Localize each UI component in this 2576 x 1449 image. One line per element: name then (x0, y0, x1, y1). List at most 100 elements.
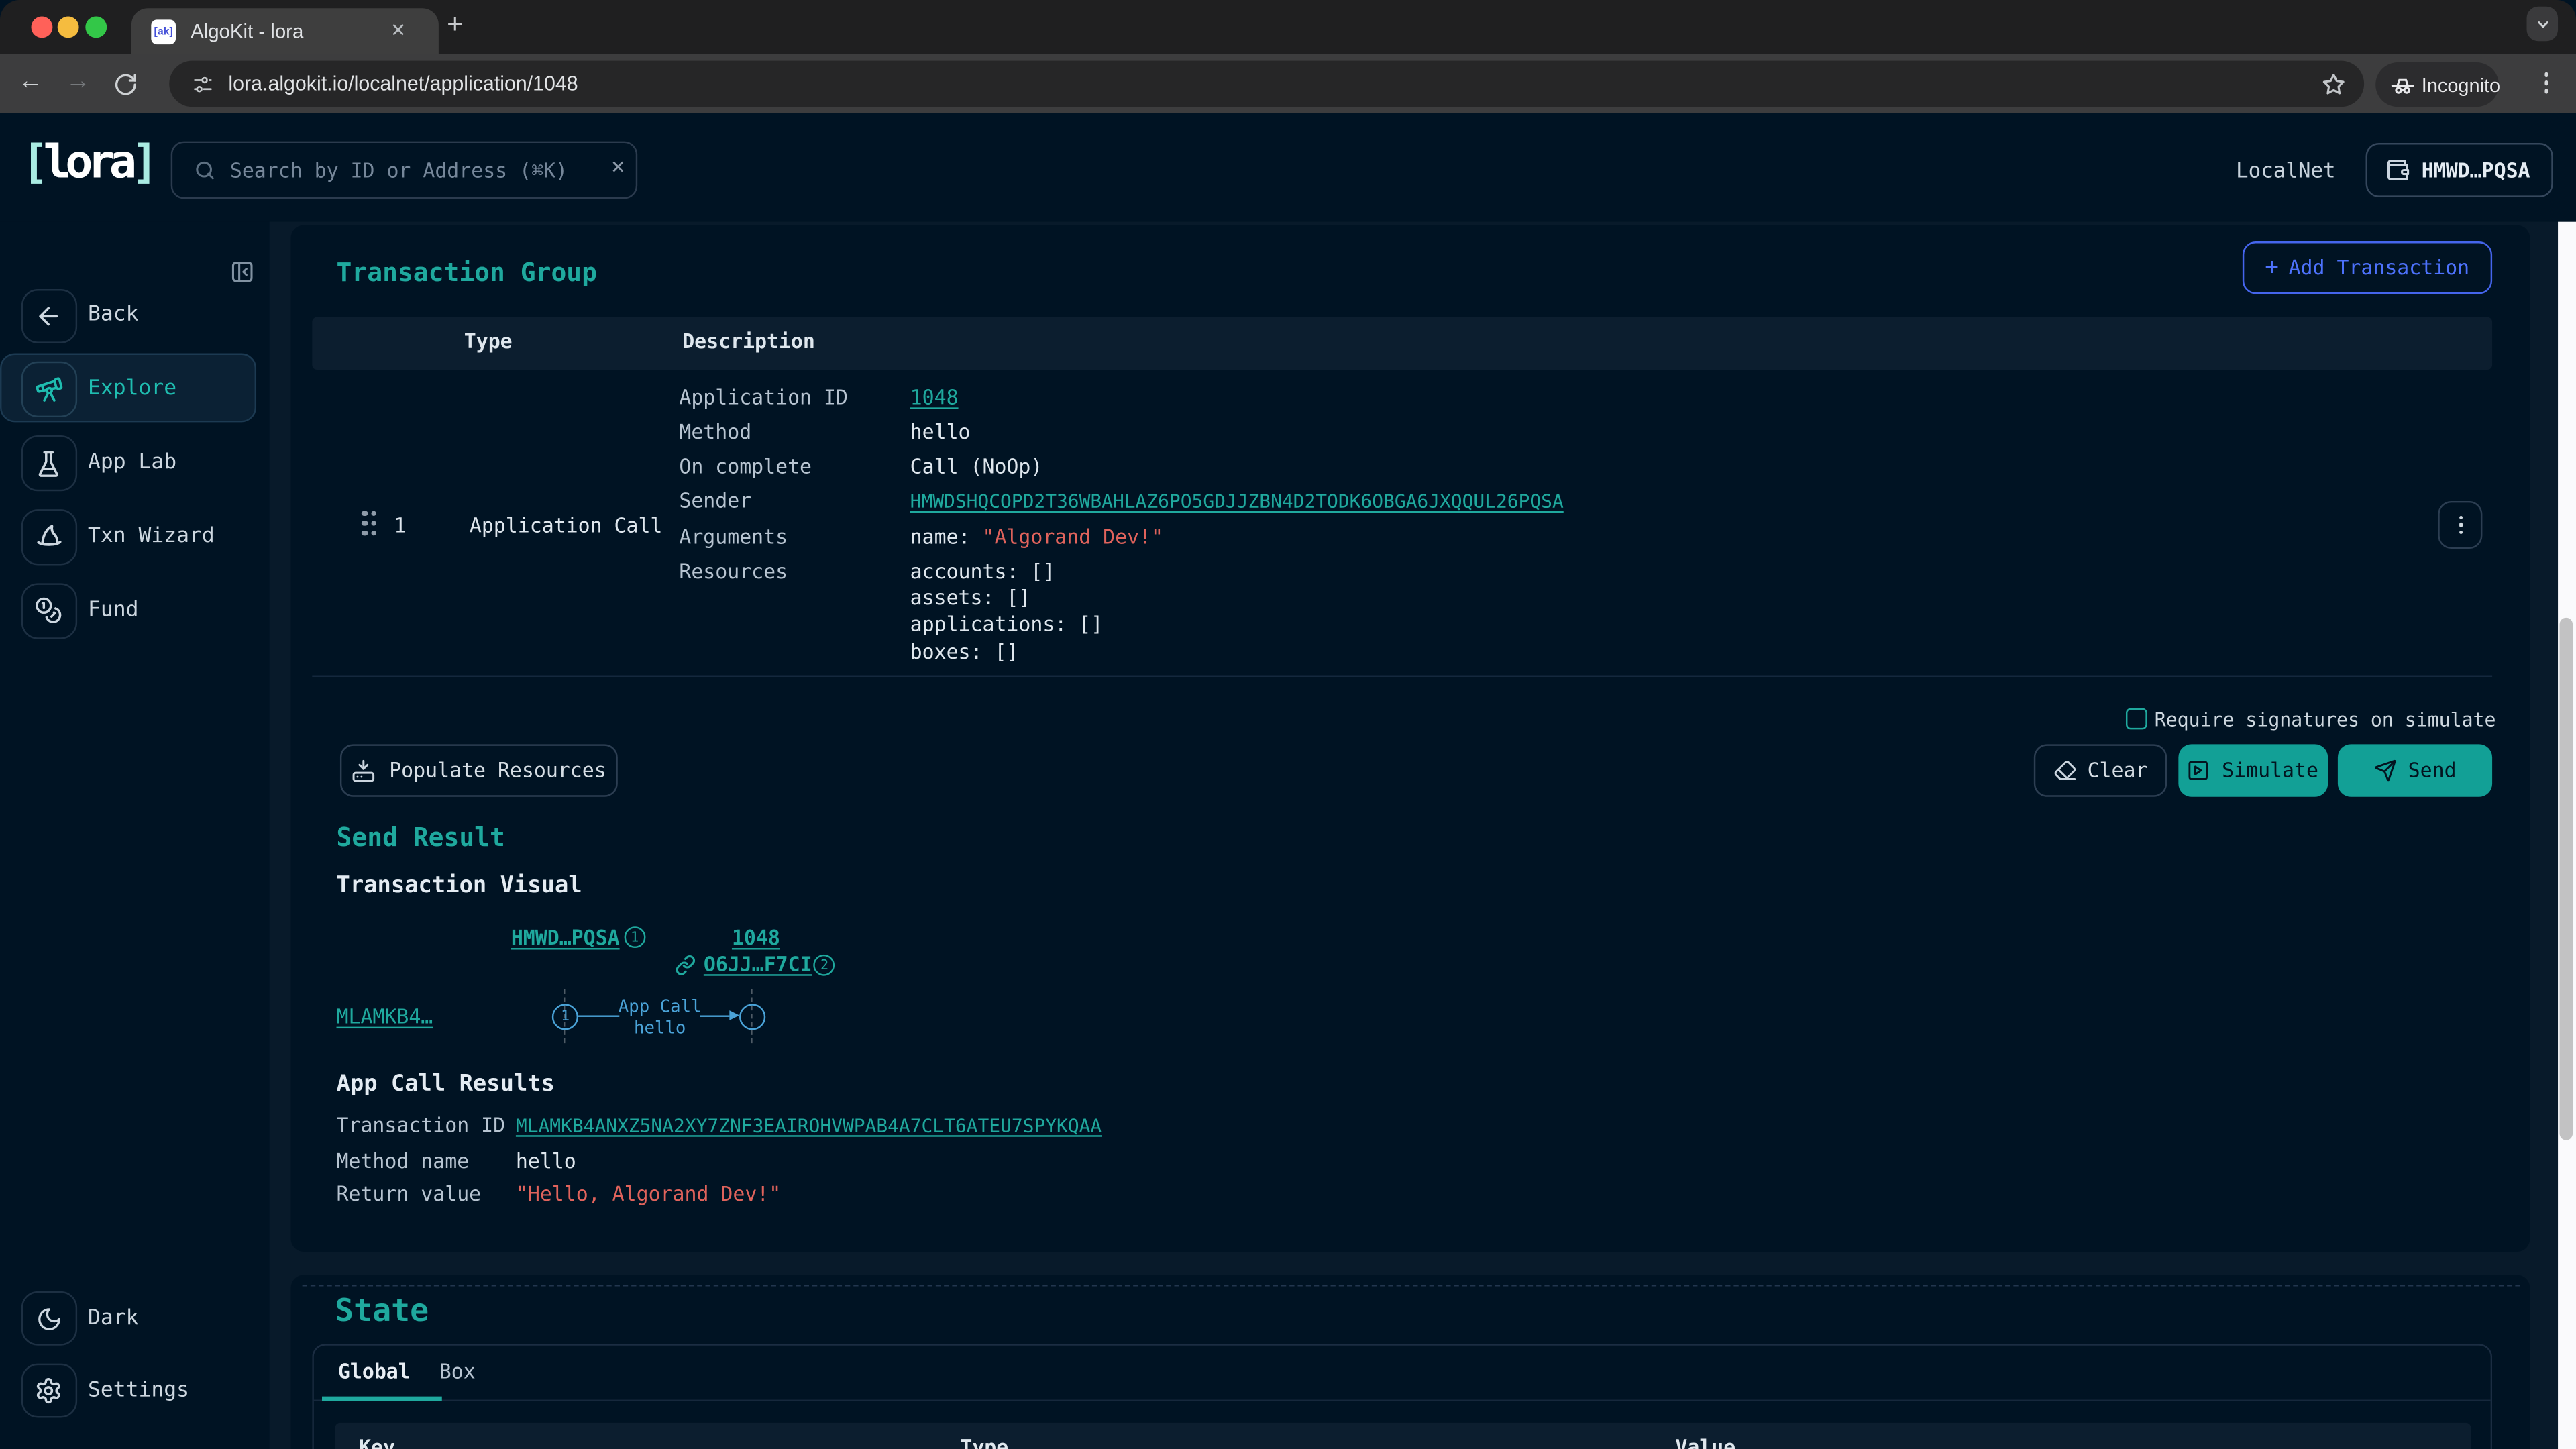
column-type: Type (464, 330, 513, 353)
network-label[interactable]: LocalNet (2236, 158, 2336, 182)
row-menu-button[interactable] (2438, 501, 2483, 549)
state-card: State Global Box Key Type Value (290, 1275, 2530, 1449)
logo-bracket-close: ] (131, 136, 153, 190)
bookmark-star-icon[interactable] (2321, 72, 2346, 97)
tab-search-button[interactable] (2527, 7, 2559, 41)
sidebar-item-label: Settings (88, 1378, 189, 1403)
forward-icon[interactable]: → (66, 67, 91, 95)
clear-button[interactable]: Clear (2034, 744, 2167, 798)
wizard-hat-icon (34, 523, 64, 552)
graph-arrow-head (730, 1011, 740, 1021)
add-transaction-button[interactable]: + Add Transaction (2242, 242, 2492, 294)
argument-name-prefix: name: (910, 526, 983, 549)
sidebar-item-label: App Lab (88, 450, 176, 475)
logo-bracket-open: [ (21, 136, 44, 190)
browser-tab[interactable]: [ak] AlgoKit - lora × (131, 8, 439, 54)
wallet-icon (2385, 158, 2410, 182)
field-label: Application ID (679, 384, 848, 411)
sender-address-link[interactable]: HMWDSHQCOPD2T36WBAHLAZ6PO5GDJJZBN4D2TODK… (910, 488, 1564, 515)
sidebar-item-label: Back (88, 303, 138, 327)
application-id-link[interactable]: 1048 (910, 384, 959, 411)
state-card-dashed-divider (302, 1285, 2520, 1286)
graph-group-link[interactable]: O6JJ…F7CI (704, 951, 812, 977)
traffic-light-close[interactable] (31, 16, 52, 38)
send-result-title: Send Result (337, 819, 505, 857)
flask-icon (35, 449, 63, 478)
tab-box[interactable]: Box (439, 1360, 476, 1383)
result-field-label: Method name (337, 1148, 470, 1174)
plus-icon: + (2265, 256, 2279, 282)
table-header: Type Description (313, 317, 2492, 369)
url-text: lora.algokit.io/localnet/application/104… (228, 72, 578, 95)
search-box[interactable]: × (171, 141, 638, 199)
sidebar-item-dark-mode[interactable]: Dark (0, 1291, 256, 1346)
tab-title: AlgoKit - lora (191, 19, 303, 42)
result-transaction-id-link[interactable]: MLAMKB4ANXZ5NA2XY7ZNF3EAIROHVWPAB4A7CLT6… (516, 1112, 1102, 1138)
sidebar-collapse-icon[interactable] (230, 259, 255, 284)
incognito-badge: Incognito (2375, 62, 2499, 106)
send-label: Send (2408, 759, 2457, 782)
send-icon (2373, 759, 2396, 782)
search-input[interactable] (227, 144, 586, 199)
drag-handle-icon[interactable] (362, 511, 376, 536)
traffic-light-minimize[interactable] (58, 16, 79, 38)
resource-line: assets: [] (910, 584, 1031, 610)
state-column-key: Key (359, 1436, 395, 1449)
coins-icon (35, 597, 63, 625)
app-call-results-title: App Call Results (337, 1071, 555, 1099)
field-label: Arguments (679, 524, 788, 550)
incognito-icon (2390, 72, 2415, 97)
field-label: Sender (679, 488, 751, 514)
group-link-icon (676, 955, 696, 975)
state-tabs-panel: Global Box Key Type Value (313, 1343, 2492, 1449)
sidebar-item-settings[interactable]: Settings (0, 1363, 256, 1418)
wallet-button[interactable]: HMWD…PQSA (2366, 143, 2553, 198)
field-label: Resources (679, 558, 788, 584)
graph-sender-link[interactable]: HMWD…PQSA (511, 924, 620, 951)
browser-tabstrip: [ak] AlgoKit - lora × + (0, 0, 2576, 54)
scrollbar-thumb[interactable] (2561, 617, 2573, 1140)
graph-node-number: 1 (561, 1008, 570, 1024)
tab-favicon: [ak] (151, 19, 176, 44)
populate-icon (352, 759, 376, 783)
sidebar-item-fund[interactable]: Fund (0, 584, 256, 639)
browser-menu-icon[interactable] (2544, 72, 2548, 94)
table-bottom-divider (313, 675, 2492, 676)
telescope-icon (34, 375, 64, 405)
result-field-value: hello (516, 1148, 576, 1174)
site-settings-icon[interactable] (193, 73, 214, 95)
populate-resources-button[interactable]: Populate Resources (340, 744, 619, 798)
sidebar-item-txn-wizard[interactable]: Txn Wizard (0, 510, 256, 565)
graph-txn-link[interactable]: MLAMKB4… (337, 1004, 433, 1030)
simulate-button[interactable]: Simulate (2178, 744, 2328, 798)
state-tab-bar: Global Box (314, 1345, 2490, 1401)
graph-node-to (739, 1004, 765, 1030)
search-icon (194, 160, 216, 182)
sidebar-item-back[interactable]: Back (0, 288, 256, 343)
app-header: [lora] × LocalNet HMWD…PQSA (0, 114, 2576, 221)
transaction-visual-title: Transaction Visual (337, 872, 582, 900)
back-icon[interactable]: ← (18, 67, 43, 95)
url-bar[interactable]: lora.algokit.io/localnet/application/104… (169, 61, 2364, 107)
reload-icon[interactable] (113, 72, 138, 97)
graph-sender-badge: 1 (624, 926, 645, 948)
traffic-light-zoom[interactable] (85, 16, 106, 38)
search-clear-icon[interactable]: × (611, 154, 625, 180)
app-logo[interactable]: [lora] (21, 136, 153, 191)
graph-arrow-label-line1: App Call (578, 998, 742, 1017)
result-field-label: Return value (337, 1182, 482, 1208)
state-column-value: Value (1675, 1436, 1735, 1449)
require-signatures-checkbox[interactable] (2125, 708, 2147, 729)
sidebar-item-explore[interactable]: Explore (0, 362, 256, 417)
graph-app-link[interactable]: 1048 (732, 924, 780, 951)
active-tab-underline (321, 1396, 442, 1401)
send-button[interactable]: Send (2338, 744, 2492, 798)
eraser-icon (2053, 759, 2076, 782)
sidebar-item-app-lab[interactable]: App Lab (0, 436, 256, 491)
sidebar: Back Explore App Lab Txn Wizard Fund (0, 221, 269, 1449)
new-tab-icon[interactable]: + (447, 8, 463, 41)
tab-close-icon[interactable]: × (391, 16, 405, 44)
graph-node-from: 1 (552, 1004, 578, 1030)
tab-global[interactable]: Global (338, 1360, 411, 1383)
logo-text: lora (44, 136, 131, 190)
